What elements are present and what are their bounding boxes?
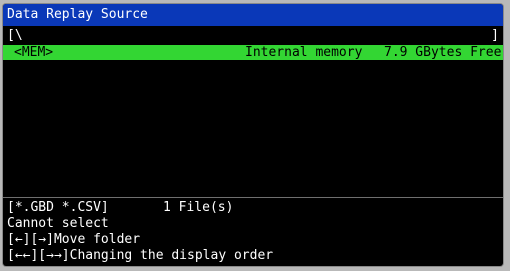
status-divider bbox=[3, 197, 503, 198]
dialog-title-bar: Data Replay Source bbox=[3, 4, 503, 26]
file-description: Internal memory bbox=[245, 45, 363, 60]
file-list-row-mem[interactable]: <MEM> Internal memory 7.9 GBytes Free bbox=[3, 45, 503, 60]
status-row: [*.GBD *.CSV] 1 File(s) bbox=[7, 200, 233, 216]
dialog-title: Data Replay Source bbox=[7, 7, 148, 22]
help-display-order: [←←][→→]Changing the display order bbox=[7, 248, 274, 263]
current-path-close: ] bbox=[491, 28, 499, 43]
current-path-open: [\ bbox=[7, 28, 23, 43]
file-free-space: 7.9 GBytes Free bbox=[384, 45, 502, 60]
status-message-cannot-select: Cannot select bbox=[7, 216, 109, 231]
data-replay-source-dialog: Data Replay Source [\ ] <MEM> Internal m… bbox=[3, 4, 503, 266]
file-count: 1 File(s) bbox=[163, 200, 234, 215]
current-path-row: [\ ] bbox=[3, 28, 503, 44]
help-move-folder: [←][→]Move folder bbox=[7, 232, 141, 247]
file-filter: [*.GBD *.CSV] bbox=[7, 200, 109, 215]
file-list[interactable]: <MEM> Internal memory 7.9 GBytes Free bbox=[3, 45, 503, 195]
file-name: <MEM> bbox=[14, 45, 54, 60]
